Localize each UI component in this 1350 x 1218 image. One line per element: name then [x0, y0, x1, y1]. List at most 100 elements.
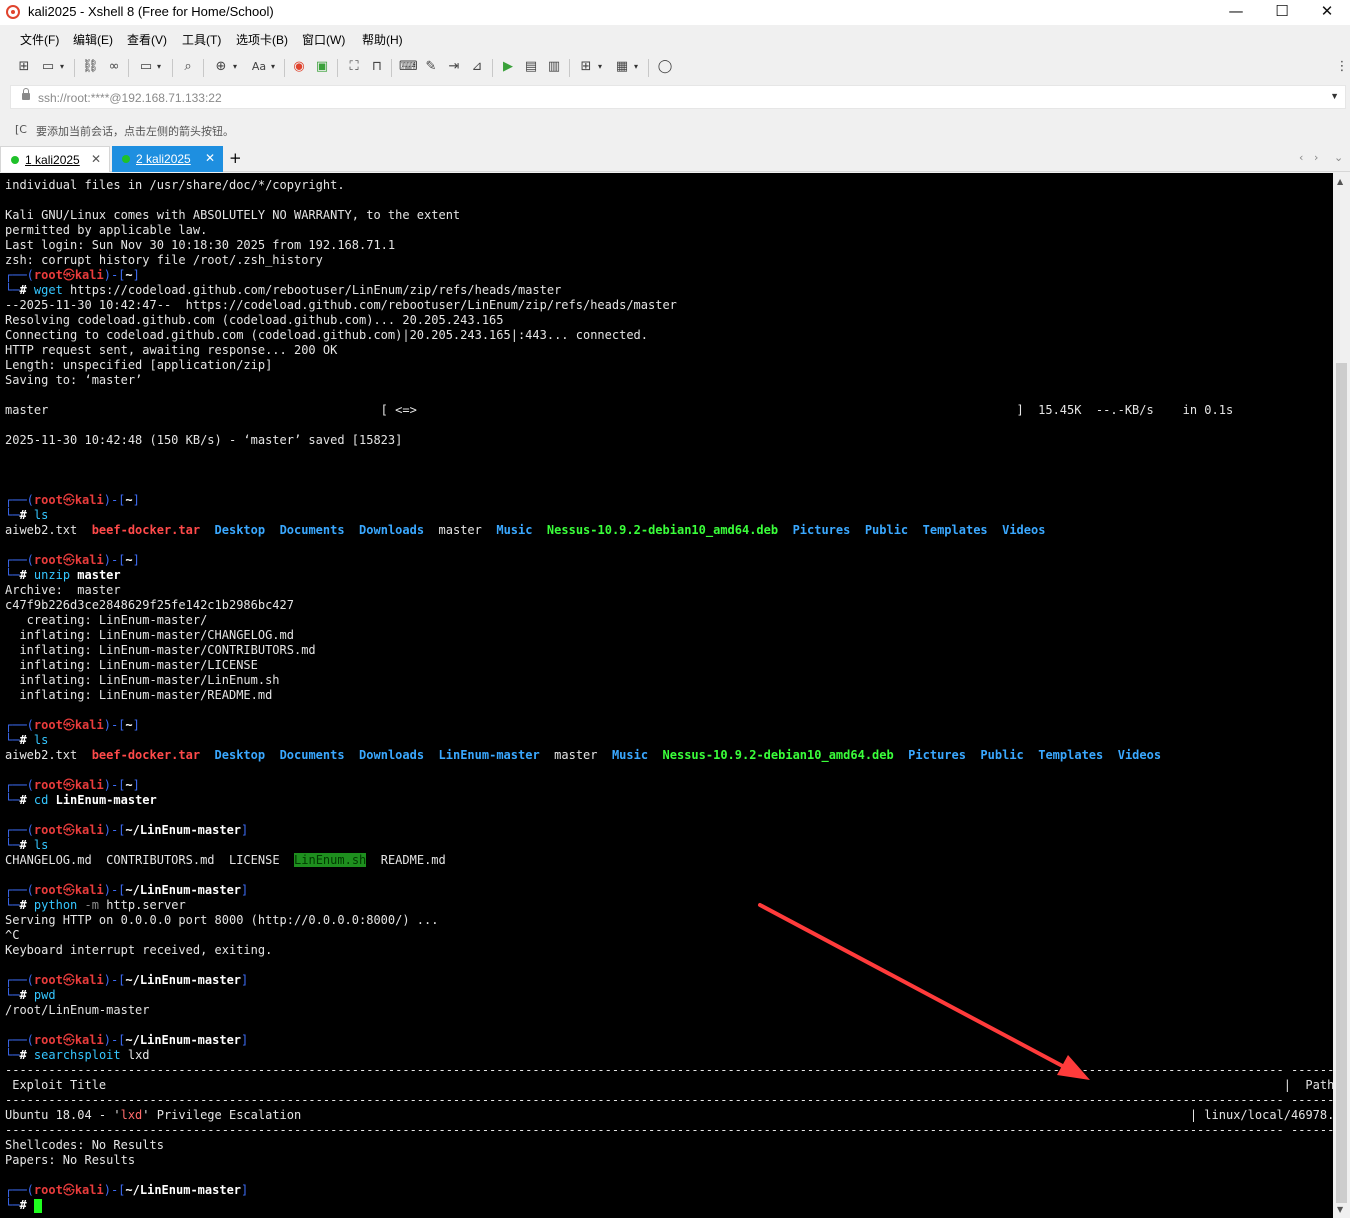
exploit-highlight: lxd — [120, 1108, 143, 1122]
menu-edit[interactable]: 编辑(E) — [73, 31, 113, 48]
find-icon[interactable]: ⌕ — [180, 59, 196, 75]
more-icon[interactable]: ⋮ — [1334, 59, 1350, 75]
compose-icon[interactable]: ✎ — [423, 59, 439, 75]
prompt-user: root — [33, 553, 63, 567]
tab-menu-icon[interactable]: ⌄ — [1334, 151, 1343, 164]
scroll-down-icon[interactable]: ▼ — [1337, 1205, 1343, 1214]
scrollbar-thumb[interactable] — [1336, 363, 1347, 1203]
tab-session-2[interactable]: 2 kali2025 ✕ — [112, 146, 223, 172]
ls-entry: LinEnum.sh — [294, 853, 367, 867]
tab-prev-icon[interactable]: ‹ — [1299, 151, 1303, 164]
terminal-output[interactable]: individual files in /usr/share/doc/*/cop… — [5, 178, 1333, 1213]
ls-entry: LICENSE — [228, 853, 280, 867]
tab-next-icon[interactable]: › — [1314, 151, 1318, 164]
disconnect-icon[interactable]: ∞ — [106, 59, 122, 75]
menu-tabs[interactable]: 选项卡(B) — [236, 31, 288, 48]
address-text[interactable]: ssh://root:****@192.168.71.133:22 — [38, 91, 222, 105]
lock-icon[interactable]: ⊓ — [369, 59, 385, 75]
reconnect-icon[interactable]: ⛓ — [82, 59, 99, 75]
prompt-line: ┌──(root㉿kali)-[~] — [5, 718, 1330, 733]
xshell-logo-icon[interactable]: ◉ — [291, 59, 307, 75]
transfer-icon[interactable]: ⇥ — [446, 59, 462, 75]
tab-close-icon[interactable]: ✕ — [205, 151, 215, 165]
toolbar-separator — [391, 59, 392, 77]
chat-icon[interactable]: ◯ — [657, 59, 673, 75]
address-bar[interactable]: ssh://root:****@192.168.71.133:22 ▼ — [10, 85, 1346, 109]
terminal-line: Connecting to codeload.github.com (codel… — [5, 328, 648, 342]
open-folder-icon[interactable]: ▭ — [40, 59, 56, 75]
prompt-frame: ┌──( — [5, 823, 34, 837]
new-tab-icon[interactable]: ▭ — [138, 59, 154, 75]
split-dropdown-icon[interactable]: ▾ — [634, 59, 638, 75]
terminal[interactable]: individual files in /usr/share/doc/*/cop… — [0, 173, 1333, 1218]
globe-icon[interactable]: ⊕ — [213, 59, 229, 75]
ls-entry: beef-docker.tar — [91, 748, 201, 762]
prompt-skull-icon: ㉿ — [62, 778, 75, 792]
ls-entry: Nessus-10.9.2-debian10_amd64.deb — [546, 523, 779, 537]
menu-tools[interactable]: 工具(T) — [182, 31, 221, 48]
font-icon[interactable]: Aa — [249, 59, 269, 75]
add-tab-button[interactable]: + — [229, 149, 242, 167]
xftp-icon[interactable]: ▣ — [314, 59, 330, 75]
terminal-scrollbar[interactable]: ▲ ▼ — [1333, 173, 1350, 1218]
tab-session-1[interactable]: 1 kali2025 ✕ — [0, 146, 110, 172]
start-log-icon[interactable]: ▶ — [500, 59, 516, 75]
prompt-host: kali — [74, 268, 104, 282]
prompt-path: ~ — [125, 778, 133, 792]
split-icon[interactable]: ▦ — [614, 59, 630, 75]
ls-entry: CHANGELOG.md — [5, 853, 92, 867]
font-dropdown-icon[interactable]: ▾ — [271, 59, 275, 75]
open-dropdown-icon[interactable]: ▾ — [60, 59, 64, 75]
prompt-line: ┌──(root㉿kali)-[~] — [5, 493, 1330, 508]
hint-text: 要添加当前会话，点击左侧的箭头按钮。 — [36, 126, 234, 138]
new-session-icon[interactable]: ⊞ — [16, 59, 32, 75]
terminal-line: inflating: LinEnum-master/LinEnum.sh — [5, 673, 280, 687]
tile-icon[interactable]: ▥ — [546, 59, 562, 75]
prompt-line: ┌──(root㉿kali)-[~] — [5, 553, 1330, 568]
add-session-arrow-icon[interactable]: [C — [15, 123, 27, 136]
menu-view[interactable]: 查看(V) — [127, 31, 167, 48]
terminal-line: permitted by applicable law. — [5, 223, 208, 237]
prompt-skull-icon: ㉿ — [62, 823, 75, 837]
scroll-up-icon[interactable]: ▲ — [1337, 177, 1343, 186]
maximize-button[interactable]: ☐ — [1259, 0, 1305, 25]
minimize-button[interactable]: — — [1213, 0, 1259, 25]
layout-icon[interactable]: ▤ — [523, 59, 539, 75]
new-tab-dropdown-icon[interactable]: ▾ — [157, 59, 161, 75]
prompt-frame: )-[ — [103, 718, 126, 732]
address-dropdown-icon[interactable]: ▼ — [1330, 91, 1339, 101]
ls-entry: Music — [496, 523, 533, 537]
globe-dropdown-icon[interactable]: ▾ — [233, 59, 237, 75]
ls-entry: Desktop — [214, 748, 266, 762]
copy-session-dropdown-icon[interactable]: ▾ — [598, 59, 602, 75]
menu-help[interactable]: 帮助(H) — [362, 31, 403, 48]
command-line: └─# cd LinEnum-master — [5, 793, 1330, 808]
toolbar-separator — [128, 59, 129, 77]
command-line: └─# ls — [5, 508, 1330, 523]
tab-close-icon[interactable]: ✕ — [91, 152, 101, 166]
copy-session-icon[interactable]: ⊞ — [578, 59, 594, 75]
connected-status-icon — [11, 156, 19, 164]
keyboard-icon[interactable]: ⌨ — [399, 59, 418, 75]
menu-file[interactable]: 文件(F) — [20, 31, 59, 48]
fullscreen-icon[interactable]: ⛶ — [346, 59, 362, 75]
exploit-result-row: Ubuntu 18.04 - 'lxd' Privilege Escalatio… — [5, 1108, 1333, 1123]
command-line: └─# — [5, 1198, 1330, 1213]
close-button[interactable]: ✕ — [1304, 0, 1350, 25]
lock-icon — [22, 88, 30, 100]
menu-window[interactable]: 窗口(W) — [302, 31, 345, 48]
terminal-line: Archive: master — [5, 583, 121, 597]
terminal-line: individual files in /usr/share/doc/*/cop… — [5, 178, 345, 192]
script-icon[interactable]: ⊿ — [469, 59, 485, 75]
prompt-hash: # — [19, 1198, 27, 1212]
